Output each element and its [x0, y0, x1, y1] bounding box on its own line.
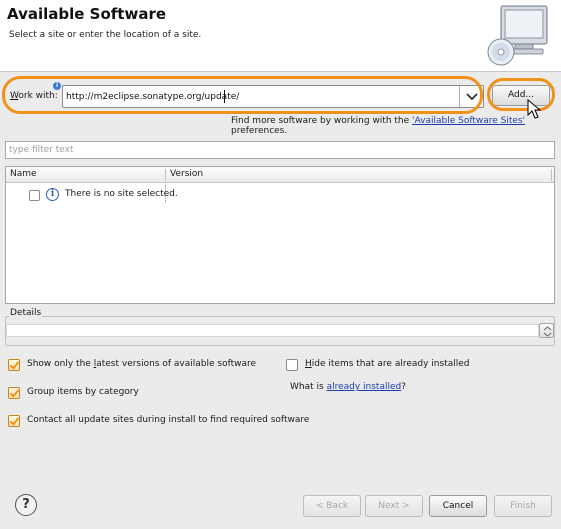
page-subtitle: Select a site or enter the location of a…: [9, 30, 202, 40]
contact-sites-label[interactable]: Contact all update sites during install …: [27, 415, 309, 425]
page-title: Available Software: [7, 5, 167, 23]
column-divider[interactable]: [551, 169, 552, 181]
up-down-arrows-icon: [543, 326, 552, 337]
find-more-text: Find more software by working with the '…: [231, 116, 526, 136]
group-by-category-label[interactable]: Group items by category: [27, 387, 139, 397]
cancel-button[interactable]: Cancel: [429, 495, 487, 517]
column-divider[interactable]: [165, 169, 166, 181]
finish-button[interactable]: Finish: [494, 495, 552, 517]
details-text: [6, 324, 539, 337]
column-header-version[interactable]: Version: [170, 169, 203, 179]
table-row[interactable]: i There is no site selected.: [6, 186, 554, 202]
table-header: Name Version: [6, 167, 554, 183]
back-button[interactable]: < Back: [303, 495, 361, 517]
show-latest-checkbox[interactable]: [8, 359, 20, 371]
column-header-name[interactable]: Name: [10, 169, 37, 179]
info-icon: i: [46, 188, 59, 201]
row-checkbox[interactable]: [29, 190, 40, 201]
help-icon[interactable]: ?: [15, 494, 37, 516]
hide-installed-checkbox[interactable]: [286, 359, 298, 371]
computer-cd-icon: [487, 4, 553, 68]
software-table: Name Version i There is no site selected…: [5, 166, 555, 304]
group-by-category-checkbox[interactable]: [8, 387, 20, 399]
filter-field[interactable]: [5, 141, 555, 159]
add-button-highlight: [487, 78, 555, 111]
hide-installed-label[interactable]: Hide items that are already installed: [305, 359, 470, 369]
next-button[interactable]: Next >: [365, 495, 423, 517]
column-divider: [165, 185, 166, 203]
row-name: There is no site selected.: [65, 189, 178, 199]
filter-input[interactable]: [6, 142, 554, 158]
show-latest-label[interactable]: Show only the latest versions of availab…: [27, 359, 256, 369]
contact-sites-checkbox[interactable]: [8, 415, 20, 427]
details-label: Details: [9, 308, 43, 318]
what-installed-text: What is already installed?: [290, 382, 407, 392]
available-software-sites-link[interactable]: 'Available Software Sites': [412, 116, 525, 126]
already-installed-link[interactable]: already installed: [327, 382, 402, 392]
work-with-highlight: [2, 76, 483, 114]
details-scroll[interactable]: [539, 323, 554, 338]
